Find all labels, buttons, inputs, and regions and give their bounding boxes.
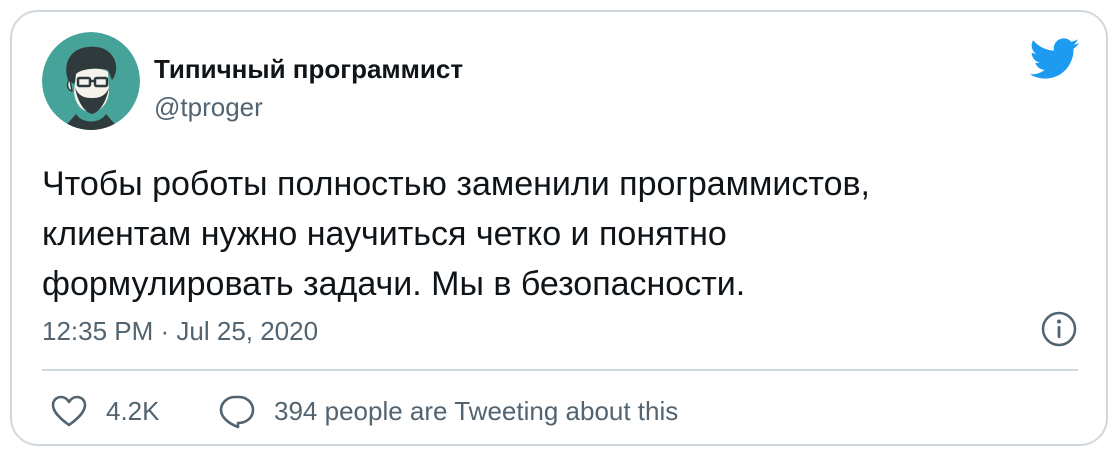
author-name[interactable]: Типичный программист bbox=[154, 54, 463, 85]
bearded-programmer-avatar-icon bbox=[42, 32, 140, 130]
author-avatar[interactable] bbox=[42, 32, 140, 130]
author-handle[interactable]: @tproger bbox=[154, 92, 263, 123]
tweet-text: Чтобы роботы полностью заменили программ… bbox=[42, 159, 1082, 309]
tweet-timestamp[interactable]: 12:35 PM · Jul 25, 2020 bbox=[42, 316, 318, 347]
twitter-bird-icon[interactable] bbox=[1030, 38, 1080, 80]
tweet-text-line: Чтобы роботы полностью заменили программ… bbox=[42, 165, 870, 203]
tweeting-about-this-link[interactable]: 394 people are Tweeting about this bbox=[218, 389, 678, 433]
like-button[interactable]: 4.2K bbox=[50, 389, 160, 433]
tweeting-about-this-text: 394 people are Tweeting about this bbox=[274, 395, 679, 426]
tweet-text-line: клиентам нужно научиться четко и понятно bbox=[42, 215, 727, 253]
like-count: 4.2K bbox=[106, 395, 160, 426]
heart-icon bbox=[51, 395, 87, 427]
speech-bubble-icon bbox=[219, 395, 255, 429]
tweet-card[interactable]: Типичный программист @tproger Чтобы робо… bbox=[10, 10, 1108, 446]
info-icon[interactable] bbox=[1040, 310, 1078, 348]
tweet-text-line: формулировать задачи. Мы в безопасности. bbox=[42, 265, 746, 303]
divider bbox=[42, 369, 1078, 371]
